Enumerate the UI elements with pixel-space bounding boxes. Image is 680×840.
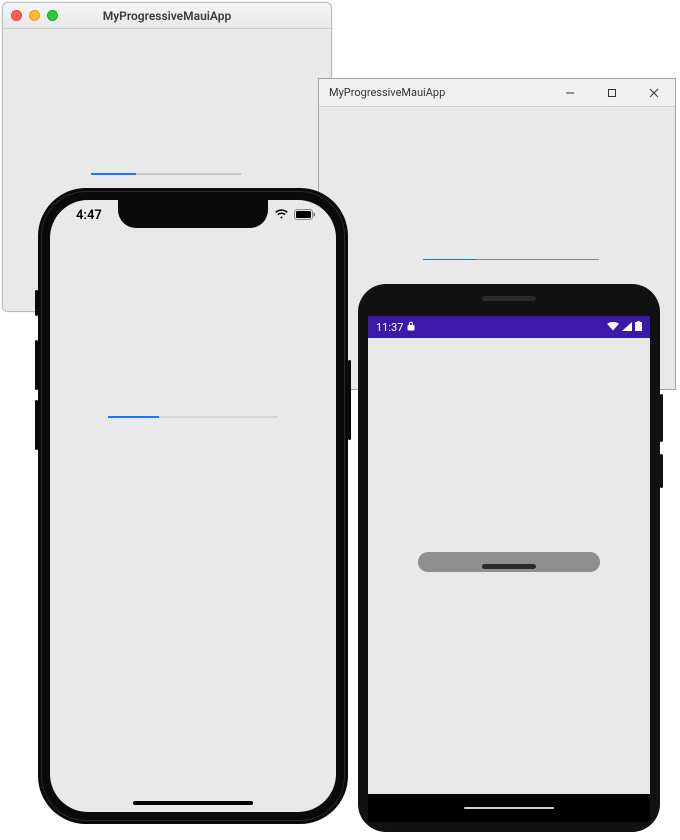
android-device: 11:37 [358,284,660,832]
progress-bar [418,552,600,572]
cellular-icon [622,321,632,334]
iphone-screen: 4:47 [50,200,336,812]
windows-window-controls [549,79,675,106]
ios-status-time: 4:47 [76,208,102,223]
volume-button[interactable] [660,394,663,442]
maximize-icon[interactable] [47,10,58,21]
wifi-icon [607,321,619,334]
minimize-icon[interactable] [29,10,40,21]
close-icon[interactable] [11,10,22,21]
macos-window-title: MyProgressiveMauiApp [103,9,232,23]
progress-bar [91,173,241,175]
progress-bar [108,416,278,418]
android-status-bar: 11:37 [368,316,650,338]
lock-icon [407,321,415,334]
ios-status-bar: 4:47 [50,208,336,228]
android-screen: 11:37 [368,316,650,822]
home-indicator[interactable] [464,807,554,809]
home-indicator[interactable] [133,801,253,805]
windows-titlebar[interactable]: MyProgressiveMauiApp [319,79,675,107]
progress-bar-fill [423,259,476,260]
power-button[interactable] [348,360,351,440]
maximize-icon[interactable] [591,79,633,106]
android-content [368,338,650,794]
iphone-device: 4:47 [38,188,348,824]
android-nav-bar[interactable] [368,794,650,822]
progress-bar-fill [108,416,159,418]
battery-icon [294,209,316,224]
macos-titlebar[interactable]: MyProgressiveMauiApp [3,3,331,29]
android-status-time: 11:37 [376,321,403,334]
windows-window-title: MyProgressiveMauiApp [319,86,549,99]
volume-down-button[interactable] [35,400,38,450]
wifi-icon [274,209,289,224]
progress-bar [423,259,599,260]
battery-icon [635,321,642,334]
volume-up-button[interactable] [35,340,38,390]
minimize-icon[interactable] [549,79,591,106]
close-icon[interactable] [633,79,675,106]
power-button[interactable] [660,454,663,488]
silence-switch[interactable] [35,290,38,316]
progress-bar-fill [91,173,136,175]
macos-window-controls [11,10,58,21]
